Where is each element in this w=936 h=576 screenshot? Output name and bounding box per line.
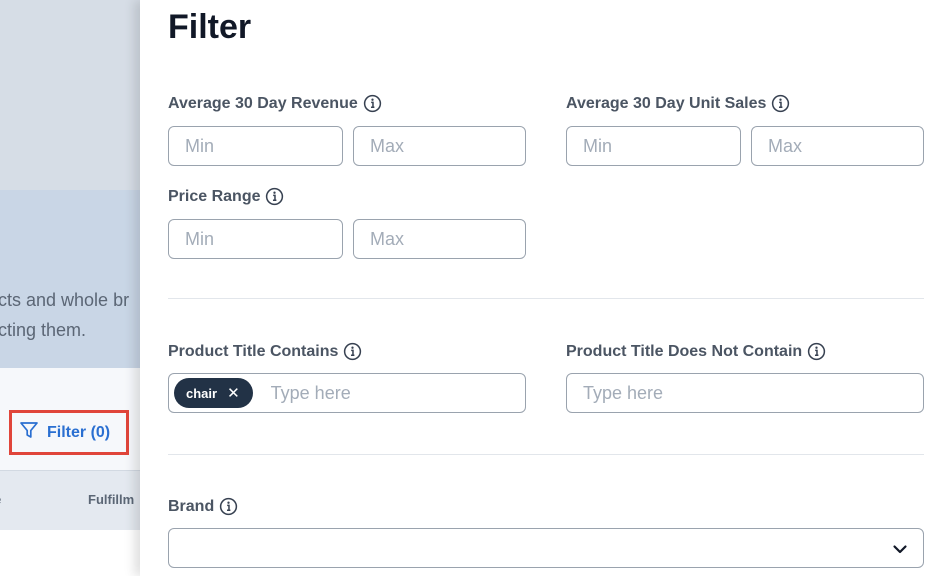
filter-icon [19,420,39,445]
info-icon[interactable] [363,94,382,113]
title-contains-field[interactable]: chair ✕ [168,373,526,413]
section-divider [168,298,924,299]
keyword-chip-label: chair [186,385,218,401]
avg-revenue-max-input[interactable] [353,126,526,166]
price-range-label: Price Range [168,187,284,206]
filter-button[interactable]: Filter (0) [9,410,129,455]
avg-unit-sales-max-input[interactable] [751,126,924,166]
background-table-header: e Fulfillm [0,470,140,530]
keyword-chip: chair ✕ [174,378,253,408]
filter-button-label: Filter (0) [47,423,111,441]
background-banner [0,190,140,368]
info-icon[interactable] [807,342,826,361]
table-header-col-partial: e [0,492,1,507]
title-not-contains-label: Product Title Does Not Contain [566,342,826,361]
background-banner-text-line2: cting them. [0,320,87,340]
background-table-row [0,530,140,576]
avg-unit-sales-min-input[interactable] [566,126,741,166]
info-icon[interactable] [343,342,362,361]
background-page: cts and whole br cting them. e Fulfillm [0,0,140,576]
avg-unit-sales-label-text: Average 30 Day Unit Sales [566,94,767,112]
title-contains-input[interactable] [270,382,471,404]
brand-label: Brand [168,497,238,516]
brand-select[interactable] [168,528,924,568]
table-header-fulfillment: Fulfillm [88,492,135,507]
title-not-contains-input[interactable] [566,373,924,413]
drawer-title: Filter [168,8,252,46]
title-contains-label: Product Title Contains [168,342,362,361]
section-divider [168,454,924,455]
background-banner-text-line1: cts and whole br [0,290,130,310]
info-icon[interactable] [265,187,284,206]
info-icon[interactable] [771,94,790,113]
title-contains-label-text: Product Title Contains [168,342,339,360]
chevron-down-icon [891,540,909,558]
price-range-max-input[interactable] [353,219,526,259]
avg-revenue-min-input[interactable] [168,126,343,166]
brand-label-text: Brand [168,497,215,515]
price-range-min-input[interactable] [168,219,343,259]
price-range-label-text: Price Range [168,187,261,205]
info-icon[interactable] [219,497,238,516]
title-not-contains-label-text: Product Title Does Not Contain [566,342,803,360]
filter-drawer: Filter Average 30 Day Revenue Average 30… [140,0,936,576]
avg-revenue-label-text: Average 30 Day Revenue [168,94,358,112]
avg-revenue-label: Average 30 Day Revenue [168,94,382,113]
background-header-area [0,0,140,190]
remove-chip-icon[interactable]: ✕ [227,384,240,402]
avg-unit-sales-label: Average 30 Day Unit Sales [566,94,790,113]
